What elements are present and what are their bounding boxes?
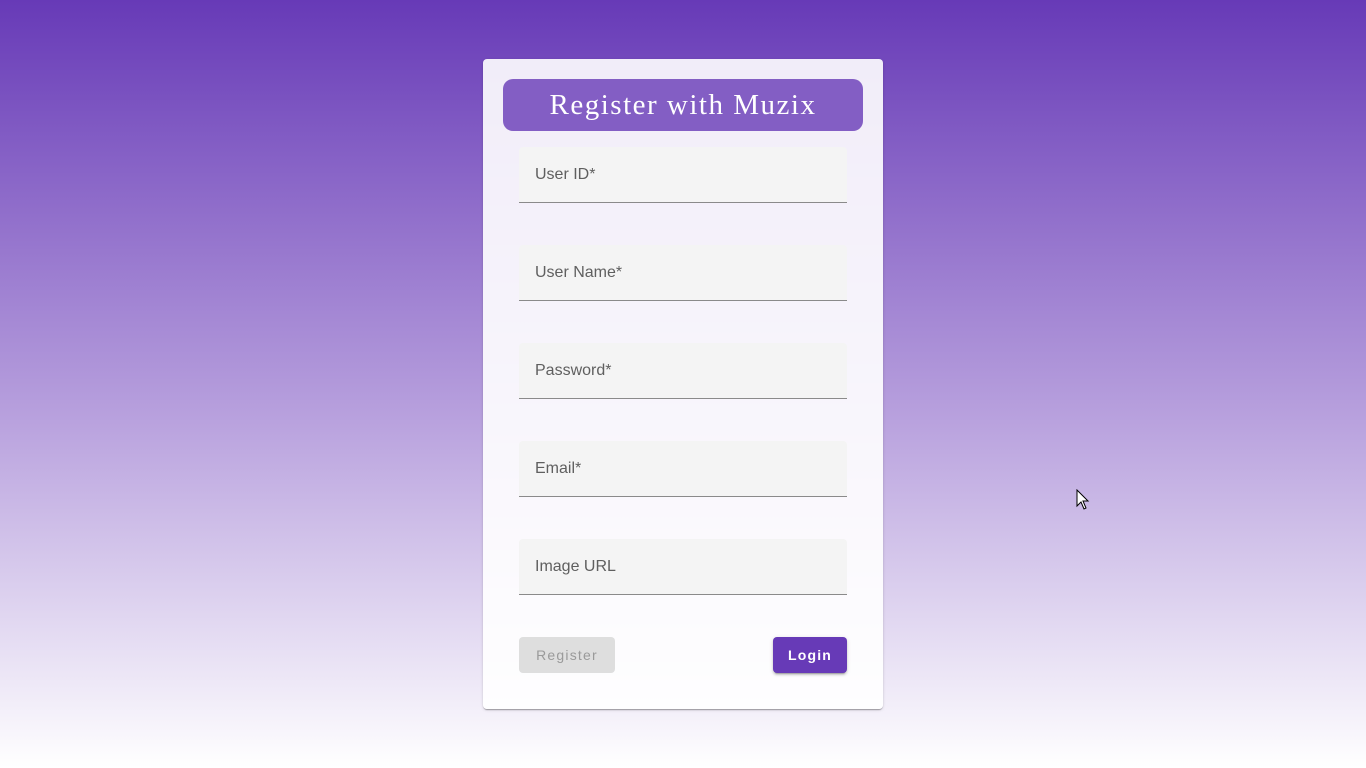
field-label: Email* — [535, 460, 582, 477]
register-card: Register with Muzix User ID* User Name* … — [483, 59, 883, 709]
login-button[interactable]: Login — [773, 637, 847, 673]
mouse-cursor-icon — [1076, 489, 1090, 510]
register-button[interactable]: Register — [519, 637, 615, 673]
field-label: Image URL — [535, 558, 616, 575]
field-label: User Name* — [535, 264, 623, 281]
page-title: Register with Muzix — [503, 79, 863, 131]
field-label: Password* — [535, 362, 612, 379]
image-url-field[interactable]: Image URL — [519, 539, 847, 595]
user-name-field[interactable]: User Name* — [519, 245, 847, 301]
field-label: User ID* — [535, 166, 596, 183]
user-id-field[interactable]: User ID* — [519, 147, 847, 203]
password-field[interactable]: Password* — [519, 343, 847, 399]
email-field[interactable]: Email* — [519, 441, 847, 497]
